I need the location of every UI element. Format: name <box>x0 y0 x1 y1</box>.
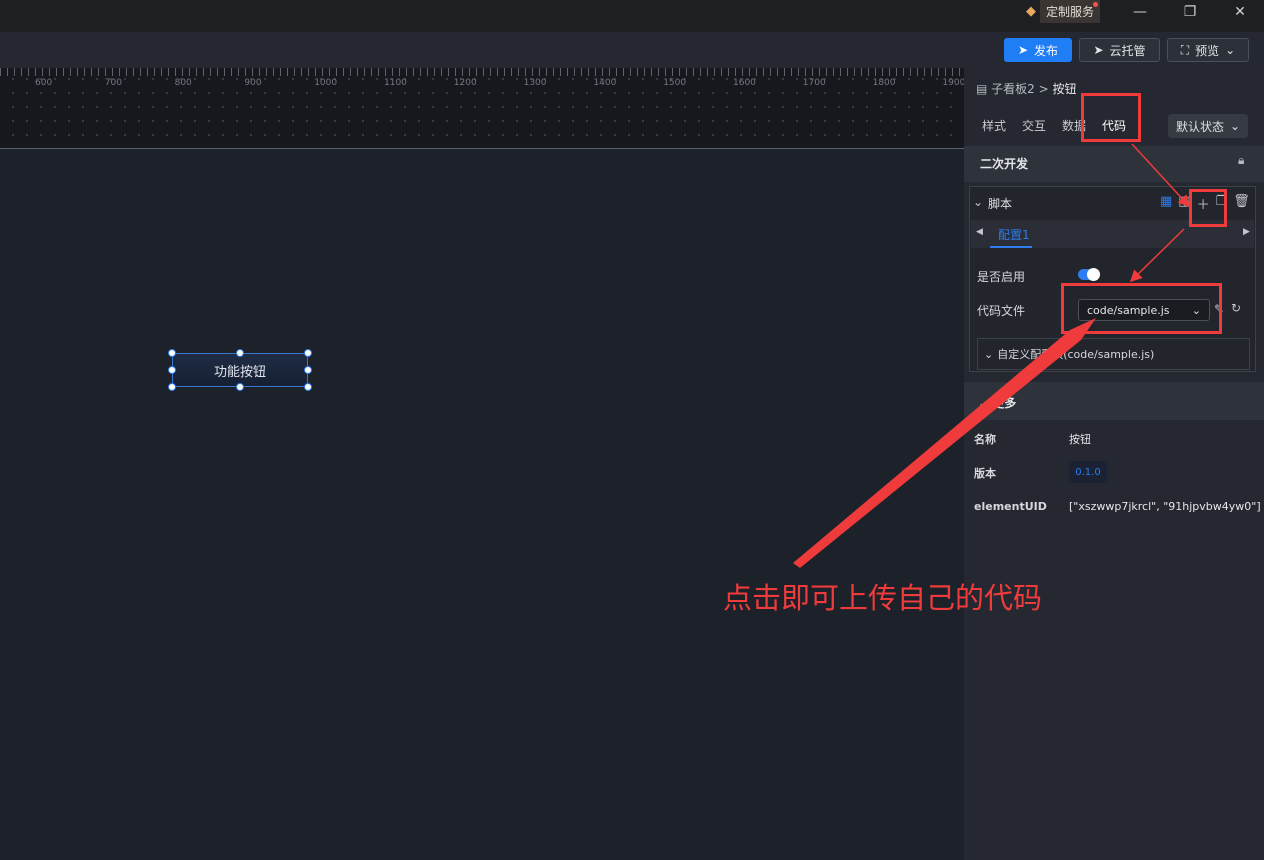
breadcrumb-separator: > <box>1038 82 1049 96</box>
prop-uid-key: elementUID <box>974 500 1047 513</box>
chevron-down-icon: ⌄ <box>984 347 994 361</box>
more-title-text: 更多 <box>992 396 1017 410</box>
cloud-hosting-label: 云托管 <box>1109 43 1146 58</box>
resize-handle[interactable] <box>304 383 312 391</box>
ruler-label: 900 <box>244 78 262 88</box>
ruler-label: 1400 <box>593 78 617 88</box>
chevron-down-icon: ⌄ <box>1229 119 1241 133</box>
restore-button[interactable]: ❐ <box>1175 2 1205 22</box>
prop-version-key: 版本 <box>974 467 996 480</box>
more-section-title: ⌄ 更多 <box>978 394 1016 411</box>
board-icon: ▤ <box>976 82 988 96</box>
tab-interaction[interactable]: 交互 <box>1022 117 1046 134</box>
cloud-hosting-button[interactable]: ➤ 云托管 <box>1079 38 1160 62</box>
chevron-down-icon: ⌄ <box>1225 43 1236 57</box>
design-canvas[interactable] <box>0 149 964 860</box>
code-file-label: 代码文件 <box>977 304 1026 318</box>
custom-options-label: 自定义配置项(code/sample.js) <box>997 348 1155 361</box>
resize-handle[interactable] <box>168 383 176 391</box>
custom-service-label: 定制服务 <box>1040 0 1101 23</box>
function-button-widget[interactable]: 功能按钮 <box>172 353 308 387</box>
state-select-value: 默认状态 <box>1175 119 1224 134</box>
preview-button[interactable]: ⛶ 预览 ⌄ <box>1167 38 1249 62</box>
send-icon: ➤ <box>1017 43 1029 57</box>
delete-icon[interactable]: 🗑︎ <box>1233 194 1250 213</box>
ruler-label: 1100 <box>384 78 407 88</box>
ruler-label: 1900 <box>942 78 966 88</box>
ruler-label: 700 <box>104 78 122 88</box>
ruler-label: 800 <box>174 78 192 88</box>
diamond-icon: ◆ <box>1026 3 1036 19</box>
custom-options-group[interactable]: ⌄ 自定义配置项(code/sample.js) <box>977 338 1250 370</box>
ruler-label: 1000 <box>314 78 338 88</box>
resize-handle[interactable] <box>168 349 176 357</box>
close-button[interactable]: ✕ <box>1225 2 1255 22</box>
ruler-label: 1700 <box>802 78 826 88</box>
chevron-down-icon: ⌄ <box>978 396 989 410</box>
highlight-code-file <box>1061 283 1222 334</box>
version-badge: 0.1.0 <box>1069 461 1107 483</box>
annotation-text: 点击即可上传自己的代码 <box>723 581 1043 615</box>
ruler-ticks <box>0 68 964 76</box>
ruler-label: 1300 <box>523 78 547 88</box>
publish-button[interactable]: ➤ 发布 <box>1004 38 1072 62</box>
config-tab-indicator <box>990 246 1032 248</box>
notification-dot <box>1093 1 1099 7</box>
publish-label: 发布 <box>1034 43 1059 58</box>
send-icon: ➤ <box>1093 43 1104 57</box>
custom-service-badge[interactable]: ◆ 定制服务 <box>1026 0 1101 23</box>
resize-handle[interactable] <box>168 366 176 374</box>
enable-toggle[interactable] <box>1078 268 1100 281</box>
tab-style[interactable]: 样式 <box>982 117 1006 134</box>
ruler-label: 600 <box>35 78 53 88</box>
refresh-icon[interactable]: ↻ <box>1231 301 1241 315</box>
highlight-code-tab <box>1081 93 1141 142</box>
script-title: 脚本 <box>988 197 1013 211</box>
prop-uid-value: ["xszwwp7jkrcl", "91hjpvbw4yw0"] <box>1069 500 1261 513</box>
prop-name-value: 按钮 <box>1069 433 1091 446</box>
resize-handle[interactable] <box>304 349 312 357</box>
collapse-chevron-icon[interactable]: ⌄ <box>973 195 983 209</box>
state-select[interactable]: 默认状态 ⌄ <box>1168 114 1248 138</box>
lock-icon[interactable]: 🔒︎ <box>1238 153 1244 168</box>
config-tab-1[interactable]: 配置1 <box>998 226 1030 243</box>
table-icon[interactable]: ▦ <box>1160 194 1172 213</box>
preview-label: 预览 <box>1195 43 1220 58</box>
prop-name-key: 名称 <box>974 433 996 446</box>
breadcrumb-parent[interactable]: 子看板2 <box>991 82 1035 96</box>
breadcrumb-current: 按钮 <box>1052 82 1077 96</box>
ruler-label: 1500 <box>663 78 687 88</box>
secondary-dev-title: 二次开发 <box>980 157 1029 171</box>
resize-handle[interactable] <box>304 366 312 374</box>
ruler-label: 1800 <box>872 78 896 88</box>
enable-label: 是否启用 <box>977 270 1026 284</box>
scroll-left-icon[interactable]: ◀ <box>976 227 983 237</box>
minimize-button[interactable]: — <box>1125 2 1155 22</box>
resize-handle[interactable] <box>236 349 244 357</box>
scroll-right-icon[interactable]: ▶ <box>1243 227 1250 237</box>
highlight-add-button <box>1189 189 1227 227</box>
ruler-label: 1600 <box>733 78 756 88</box>
fullscreen-icon: ⛶ <box>1180 42 1190 57</box>
top-toolbar <box>0 32 1264 68</box>
breadcrumb: ▤ 子看板2 > 按钮 <box>976 80 1077 97</box>
resize-handle[interactable] <box>236 383 244 391</box>
ruler-label: 1200 <box>453 78 477 88</box>
